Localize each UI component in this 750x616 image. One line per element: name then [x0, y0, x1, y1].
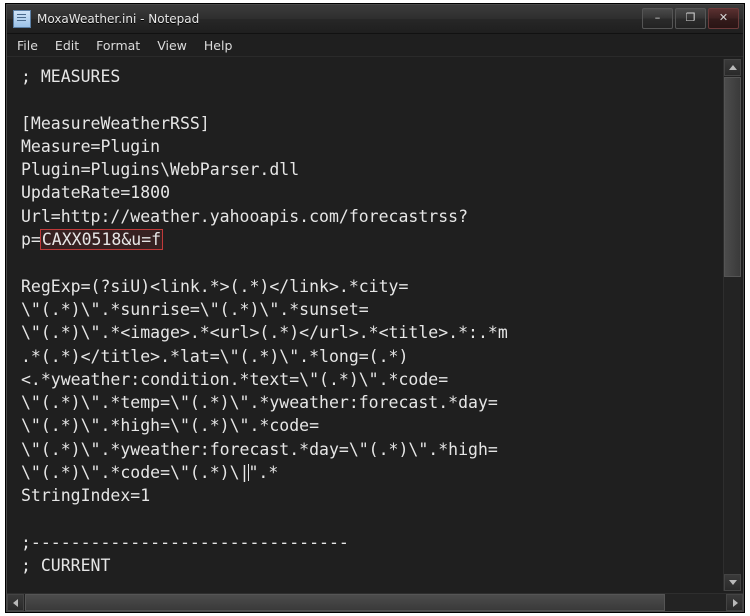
- editor-line: <.*yweather:condition.*text=\"(.*)\".*co…: [21, 369, 449, 389]
- window-controls: – ❐ ✕: [642, 8, 739, 29]
- editor-line: \"(.*)\".*yweather:forecast.*day=\"(.*)\…: [21, 439, 498, 459]
- editor-area: ; MEASURES [MeasureWeatherRSS] Measure=Pl…: [7, 57, 743, 593]
- scroll-down-arrow-icon[interactable]: [724, 574, 741, 591]
- editor-line: \"(.*)\".*<image>.*<url>(.*)</url>.*<tit…: [21, 323, 508, 343]
- editor-line: Url=http://weather.yahooapis.com/forecas…: [21, 206, 469, 226]
- title-bar[interactable]: MoxaWeather.ini - Notepad – ❐ ✕: [7, 5, 743, 34]
- editor-line: \"(.*)\".*temp=\"(.*)\".*yweather:foreca…: [21, 393, 498, 413]
- editor-line: [MeasureWeatherRSS]: [21, 113, 210, 133]
- editor-line: RegExp=(?siU)<link.*>(.*)</link>.*city=: [21, 276, 409, 296]
- menu-item-format[interactable]: Format: [96, 38, 140, 53]
- menu-item-edit[interactable]: Edit: [55, 38, 79, 53]
- window-title: MoxaWeather.ini - Notepad: [37, 12, 200, 26]
- notepad-window: MoxaWeather.ini - Notepad – ❐ ✕ File Edi…: [6, 4, 744, 612]
- highlighted-selection: CAXX0518&u=f: [39, 229, 164, 251]
- editor-line: UpdateRate=1800: [21, 183, 171, 203]
- editor-line: \"(.*)\".*sunrise=\"(.*)\".*sunset=: [21, 299, 369, 319]
- menu-item-help[interactable]: Help: [204, 38, 233, 53]
- close-button[interactable]: ✕: [708, 8, 739, 29]
- horizontal-scrollbar[interactable]: [7, 593, 743, 611]
- scroll-up-arrow-icon[interactable]: [724, 59, 741, 76]
- notepad-icon: [13, 10, 31, 28]
- menu-bar: File Edit Format View Help: [7, 34, 743, 57]
- editor-line: StringIndex=1: [21, 486, 151, 506]
- vertical-scroll-thumb[interactable]: [724, 77, 741, 277]
- scroll-right-arrow-icon[interactable]: [726, 594, 743, 611]
- horizontal-scroll-thumb[interactable]: [25, 594, 665, 611]
- editor-line: ;--------------------------------: [21, 532, 349, 552]
- text-editor[interactable]: ; MEASURES [MeasureWeatherRSS] Measure=Pl…: [9, 59, 723, 591]
- maximize-button[interactable]: ❐: [675, 8, 706, 29]
- editor-line: \"(.*)\".*code=\"(.*)\|".*: [21, 463, 279, 483]
- vertical-scrollbar[interactable]: [723, 59, 741, 591]
- scroll-left-arrow-icon[interactable]: [7, 594, 24, 611]
- menu-item-file[interactable]: File: [17, 38, 38, 53]
- editor-line: \"(.*)\".*high=\"(.*)\".*code=: [21, 416, 320, 436]
- menu-item-view[interactable]: View: [157, 38, 187, 53]
- editor-line: .*(.*)</title>.*lat=\"(.*)\".*long=(.*): [21, 346, 409, 366]
- editor-line: Plugin=Plugins\WebParser.dll: [21, 160, 300, 180]
- editor-line: ; MEASURES: [21, 67, 121, 86]
- editor-line: ; CURRENT: [21, 556, 111, 576]
- minimize-button[interactable]: –: [642, 8, 673, 29]
- editor-line: Measure=Plugin: [21, 136, 161, 156]
- text-cursor: [248, 464, 250, 482]
- editor-line: p=CAXX0518&u=f: [21, 229, 164, 251]
